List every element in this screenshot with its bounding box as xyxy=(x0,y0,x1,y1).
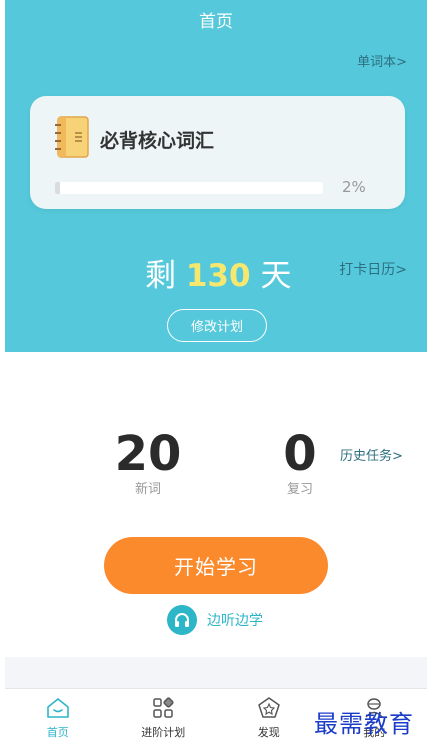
days-suffix: 天 xyxy=(260,258,292,294)
new-words-stat: 20 新词 xyxy=(112,428,184,497)
book-progress-text: 2% xyxy=(342,178,366,196)
page-title: 首页 xyxy=(199,12,233,32)
listen-and-learn-button[interactable]: 边听边学 xyxy=(167,605,263,635)
days-prefix: 剩 xyxy=(145,258,176,294)
section-divider xyxy=(5,657,427,688)
discover-icon xyxy=(258,697,280,718)
tab-discover[interactable]: 发现 xyxy=(216,689,322,752)
history-tasks-link[interactable]: 历史任务> xyxy=(340,445,403,464)
tab-discover-label: 发现 xyxy=(257,726,280,739)
edit-plan-button[interactable]: 修改计划 xyxy=(167,309,267,342)
headphones-icon xyxy=(167,605,197,635)
review-label: 复习 xyxy=(286,482,313,497)
home-icon xyxy=(46,698,69,718)
new-words-count: 20 xyxy=(114,426,182,482)
hero-panel: 首页 单词本> 必背核心词汇 2% 剩 130 天 打卡日历> 修改计划 xyxy=(5,0,427,352)
watermark-text: 最需教育 xyxy=(314,710,414,738)
current-book-card[interactable]: 必背核心词汇 2% xyxy=(30,96,405,209)
grid-icon xyxy=(153,697,174,718)
tab-home-label: 首页 xyxy=(46,726,69,739)
listen-and-learn-label: 边听边学 xyxy=(207,613,263,629)
book-progress-fill xyxy=(55,182,61,194)
book-progress-bar xyxy=(55,182,323,194)
vocabulary-book-link[interactable]: 单词本> xyxy=(357,51,407,70)
review-stat: 0 复习 xyxy=(270,428,330,497)
tab-advanced-plan[interactable]: 进阶计划 xyxy=(111,689,217,752)
days-remaining: 剩 130 天 xyxy=(145,250,291,295)
book-title: 必背核心词汇 xyxy=(100,130,215,152)
tab-advanced-plan-label: 进阶计划 xyxy=(141,726,186,739)
tab-home[interactable]: 首页 xyxy=(5,689,111,752)
review-count: 0 xyxy=(283,426,317,482)
days-number: 130 xyxy=(185,258,251,294)
start-learning-button[interactable]: 开始学习 xyxy=(104,537,328,594)
notebook-icon xyxy=(55,116,89,158)
checkin-calendar-link[interactable]: 打卡日历> xyxy=(339,259,407,279)
